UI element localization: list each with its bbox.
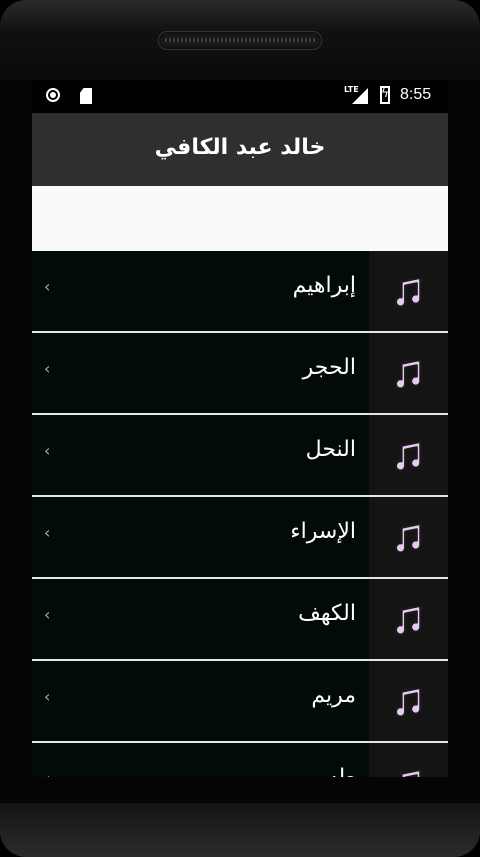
chevron-left-icon: ‹ bbox=[44, 523, 51, 542]
list-item-icon-cell bbox=[369, 661, 448, 741]
app-title: خالد عبد الكافي bbox=[154, 135, 326, 160]
list-item-5[interactable]: مريم ‹ bbox=[32, 661, 448, 743]
list-item-icon-cell bbox=[369, 497, 448, 577]
list-item-icon-cell bbox=[369, 251, 448, 331]
chevron-left-icon: ‹ bbox=[44, 687, 51, 706]
chevron-left-icon: ‹ bbox=[44, 769, 50, 777]
music-note-icon bbox=[400, 768, 422, 777]
music-note-icon bbox=[394, 686, 422, 718]
phone-frame: LTE 8:55 خالد عبد الكافي إبراهيم ‹ bbox=[0, 0, 480, 857]
list-item-0[interactable]: إبراهيم ‹ bbox=[32, 251, 448, 333]
list-item-label: النحل bbox=[305, 437, 356, 462]
status-bar: LTE 8:55 bbox=[32, 80, 448, 113]
list-item-label: الحجر bbox=[302, 355, 356, 380]
list-item-icon-cell bbox=[369, 579, 448, 659]
music-note-icon bbox=[394, 276, 422, 308]
list-item-icon-cell bbox=[369, 333, 448, 413]
ad-banner[interactable] bbox=[32, 186, 448, 251]
app-bar: خالد عبد الكافي bbox=[32, 113, 448, 186]
list-item-6[interactable]: طه ‹ bbox=[32, 743, 448, 777]
list-item-3[interactable]: الإسراء ‹ bbox=[32, 497, 448, 579]
chevron-left-icon: ‹ bbox=[44, 359, 51, 378]
screen: LTE 8:55 خالد عبد الكافي إبراهيم ‹ bbox=[32, 80, 448, 777]
notification-circle-icon bbox=[46, 88, 60, 102]
music-note-icon bbox=[394, 522, 422, 554]
music-note-icon bbox=[394, 604, 422, 636]
chevron-left-icon: ‹ bbox=[44, 277, 51, 296]
list-item-label: مريم bbox=[311, 683, 356, 708]
earpiece-speaker bbox=[158, 31, 322, 50]
list-item-label: إبراهيم bbox=[292, 273, 356, 298]
sd-card-icon bbox=[80, 88, 92, 104]
surah-list: إبراهيم ‹ الحجر ‹ النحل ‹ الإسراء ‹ الكه… bbox=[32, 251, 448, 777]
chevron-left-icon: ‹ bbox=[44, 605, 51, 624]
music-note-icon bbox=[394, 440, 422, 472]
list-item-4[interactable]: الكهف ‹ bbox=[32, 579, 448, 661]
chevron-left-icon: ‹ bbox=[44, 441, 51, 460]
status-time: 8:55 bbox=[400, 86, 432, 103]
network-type-label: LTE bbox=[344, 85, 359, 94]
list-item-label: الإسراء bbox=[290, 519, 356, 544]
battery-charging-icon bbox=[380, 86, 390, 104]
music-note-icon bbox=[394, 358, 422, 390]
list-item-label: الكهف bbox=[298, 601, 356, 626]
list-item-label: طه bbox=[327, 765, 356, 777]
list-item-icon-cell bbox=[369, 415, 448, 495]
phone-bottom-bezel bbox=[0, 803, 480, 857]
list-item-1[interactable]: الحجر ‹ bbox=[32, 333, 448, 415]
list-item-2[interactable]: النحل ‹ bbox=[32, 415, 448, 497]
phone-top-bezel bbox=[0, 0, 480, 80]
list-item-icon-cell bbox=[369, 743, 448, 777]
